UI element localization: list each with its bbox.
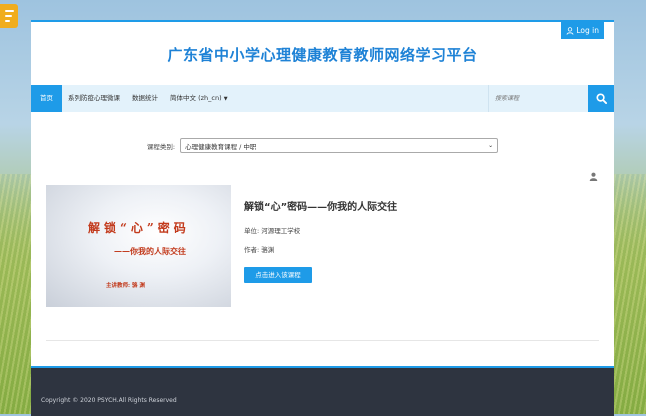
caret-down-icon: ▼: [223, 96, 228, 102]
user-icon: [566, 26, 574, 35]
language-label: 简体中文 (zh_cn): [170, 94, 222, 102]
nav-item-micro-courses[interactable]: 系列防疫心理微课: [62, 85, 126, 112]
chevron-down-icon: ⌄: [488, 142, 494, 149]
course-title[interactable]: 解锁“心”密码——你我的人际交往: [244, 198, 397, 213]
login-button[interactable]: Log in: [561, 22, 604, 39]
copyright-text: Copyright © 2020 PSYCH.All Rights Reserv…: [41, 397, 177, 404]
profile-icon[interactable]: [589, 172, 598, 183]
thumbnail-subtitle: ——你我的人际交往: [114, 246, 186, 256]
main-navbar: 首页 系列防疫心理微课 数据统计 简体中文 (zh_cn) ▼: [31, 85, 614, 112]
category-label: 课程类别:: [146, 142, 176, 151]
course-unit: 单位: 河源理工学校: [244, 227, 301, 235]
page-container: Log in 广东省中小学心理健康教育教师网络学习平台 首页 系列防疫心理微课 …: [31, 20, 614, 416]
footer: Copyright © 2020 PSYCH.All Rights Reserv…: [31, 366, 614, 416]
search-button[interactable]: [588, 85, 614, 112]
thumbnail-title: 解锁“心”密码: [88, 221, 190, 235]
course-thumbnail[interactable]: 解锁“心”密码 ——你我的人际交往 主讲教师: 骆 渊: [46, 185, 231, 307]
nav-item-language[interactable]: 简体中文 (zh_cn) ▼: [164, 85, 234, 112]
search-input[interactable]: [488, 85, 588, 112]
enter-course-button[interactable]: 点击进入该课程: [244, 267, 312, 283]
divider: [46, 340, 599, 341]
search-icon: [595, 93, 607, 104]
thumbnail-teacher: 主讲教师: 骆 渊: [106, 283, 145, 289]
course-author: 作者: 骆渊: [244, 246, 275, 254]
menu-icon[interactable]: [0, 4, 18, 28]
category-select[interactable]: 心理健康教育课程 / 中职 ⌄: [180, 138, 499, 153]
category-value: 心理健康教育课程 / 中职: [185, 142, 257, 151]
nav-item-statistics[interactable]: 数据统计: [126, 85, 164, 112]
login-label: Log in: [576, 26, 599, 35]
site-title: 广东省中小学心理健康教育教师网络学习平台: [167, 46, 478, 64]
nav-item-home[interactable]: 首页: [31, 85, 62, 112]
category-filter: 课程类别: 心理健康教育课程 / 中职 ⌄: [31, 138, 614, 153]
